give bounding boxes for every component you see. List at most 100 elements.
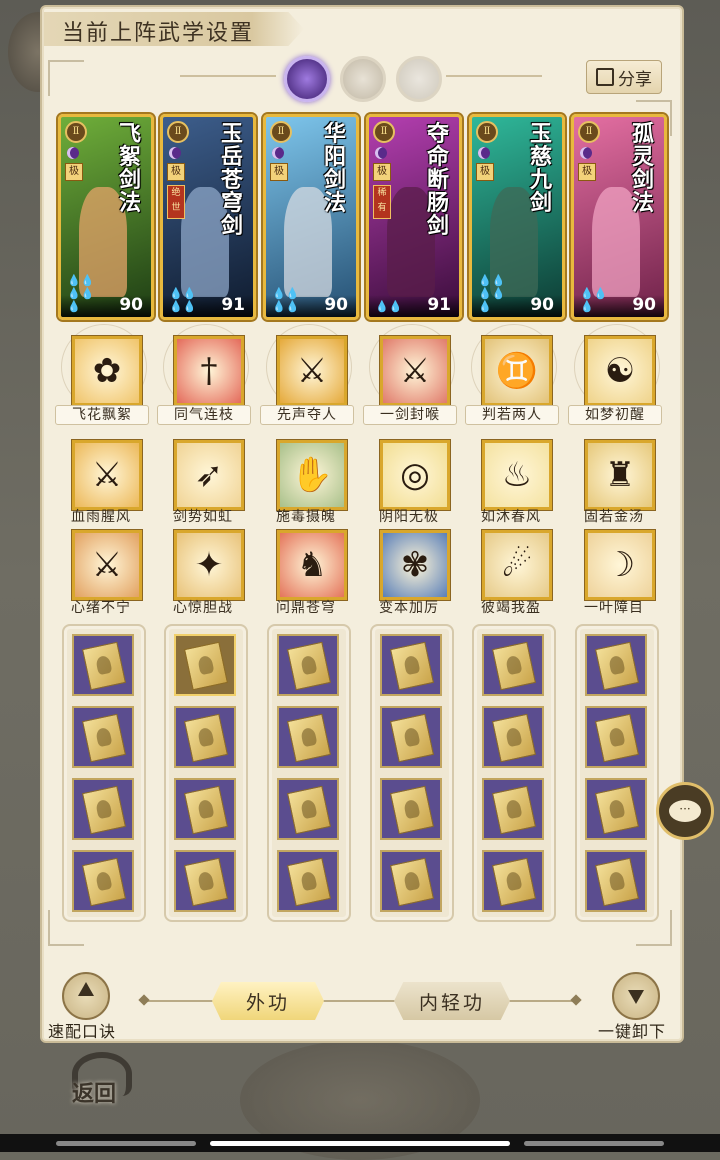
scroll-slot[interactable] [277, 634, 339, 696]
skill-icon[interactable]: ♊ [482, 336, 552, 406]
scroll-slot[interactable] [585, 706, 647, 768]
skill-card[interactable]: Ⅱ 极 稀有 夺命断肠剑 💧💧 91 [366, 114, 462, 320]
skill-glyph-icon: † [200, 351, 218, 391]
scroll-icon [184, 713, 228, 763]
back-button[interactable]: 返回 [62, 1052, 142, 1112]
scroll-slot[interactable] [585, 778, 647, 840]
scroll-slot[interactable] [72, 706, 134, 768]
skill-glyph-icon: ☄ [501, 545, 533, 585]
scroll-slot[interactable] [277, 778, 339, 840]
skill-label: 阴阳无极 [379, 509, 439, 525]
scroll-slot[interactable] [585, 634, 647, 696]
skill-card[interactable]: Ⅱ 极 玉慈九剑 💧💧💧💧💧 90 [469, 114, 565, 320]
scroll-slot[interactable] [174, 850, 236, 912]
skill-label: 一剑封喉 [363, 405, 457, 425]
scroll-icon [82, 641, 126, 691]
sun-orb-icon[interactable] [340, 56, 386, 102]
share-button-label: 分享 [618, 69, 652, 90]
skill-card[interactable]: Ⅱ 极 绝世 玉岳苍穹剑 💧💧💧💧 91 [160, 114, 256, 320]
scroll-slot[interactable] [72, 634, 134, 696]
scroll-slot[interactable] [380, 850, 442, 912]
skill-label: 施毒摄魄 [276, 509, 336, 525]
skill-glyph-icon: ✋ [290, 455, 334, 495]
upload-arrow-icon [78, 982, 94, 996]
scroll-slot[interactable] [482, 778, 544, 840]
skill-icon[interactable]: ☄ [482, 530, 552, 600]
scroll-slot[interactable] [277, 850, 339, 912]
skill-icon[interactable]: ☯ [585, 336, 655, 406]
skill-label: 固若金汤 [584, 509, 644, 525]
tab-external-skills[interactable]: 外功 [212, 982, 324, 1020]
skill-icon[interactable]: ✿ [72, 336, 142, 406]
skill-glyph-icon: ☽ [604, 545, 636, 585]
scroll-slot[interactable] [380, 778, 442, 840]
scroll-slot[interactable] [585, 850, 647, 912]
scroll-icon [82, 713, 126, 763]
rarity-tag: 稀有 [373, 185, 391, 219]
card-score: 90 [632, 295, 656, 315]
scroll-icon [492, 785, 536, 835]
skill-icon[interactable]: ➶ [174, 440, 244, 510]
skill-label: 心绪不宁 [71, 600, 131, 616]
system-bar-left [56, 1141, 196, 1146]
skill-glyph-icon: ✾ [400, 545, 430, 585]
skill-icon[interactable]: ⚔ [380, 336, 450, 406]
skill-icon[interactable]: ⚔ [72, 440, 142, 510]
unload-all-label: 一键卸下 [598, 1022, 667, 1041]
skill-icon[interactable]: ◎ [380, 440, 450, 510]
skill-icon[interactable]: ⚔ [277, 336, 347, 406]
skill-glyph-icon: ⚔ [399, 351, 431, 391]
skill-icon[interactable]: ♜ [585, 440, 655, 510]
skill-icon[interactable]: ✦ [174, 530, 244, 600]
scroll-slot[interactable] [482, 850, 544, 912]
card-score: 91 [221, 295, 245, 315]
card-name: 飞絮剑法 [119, 121, 142, 216]
scroll-icon [184, 857, 228, 907]
skill-label: 变本加厉 [379, 600, 439, 616]
scroll-slot[interactable] [482, 706, 544, 768]
scroll-slot[interactable] [72, 778, 134, 840]
skill-icon[interactable]: ✋ [277, 440, 347, 510]
home-indicator[interactable] [210, 1141, 510, 1146]
moon-orb-icon[interactable] [284, 56, 330, 102]
scroll-slot[interactable] [174, 706, 236, 768]
skill-icon[interactable]: ✾ [380, 530, 450, 600]
scroll-icon [184, 785, 228, 835]
system-bar-right [524, 1141, 664, 1146]
grade-label: 极 [167, 163, 185, 181]
skill-icon[interactable]: ☽ [585, 530, 655, 600]
grade-label: 极 [373, 163, 391, 181]
scroll-slot[interactable] [380, 706, 442, 768]
skill-card[interactable]: Ⅱ 极 华阳剑法 💧💧💧💧 90 [263, 114, 359, 320]
scroll-slot[interactable] [380, 634, 442, 696]
unload-all-button[interactable] [612, 972, 660, 1020]
tab-internal-light-skills[interactable]: 内轻功 [394, 982, 510, 1020]
skill-card[interactable]: Ⅱ 极 孤灵剑法 💧💧💧 90 [571, 114, 667, 320]
skill-icon[interactable]: † [174, 336, 244, 406]
scroll-slot[interactable] [72, 850, 134, 912]
skill-glyph-icon: ◎ [400, 455, 430, 495]
share-button[interactable]: 分享 [586, 60, 662, 94]
skill-icon[interactable]: ⚔ [72, 530, 142, 600]
scroll-slot[interactable] [482, 634, 544, 696]
skill-card[interactable]: Ⅱ 极 飞絮剑法 💧💧💧💧💧 90 [58, 114, 154, 320]
skill-icon[interactable]: ♞ [277, 530, 347, 600]
rank-badge-icon: Ⅱ [270, 121, 292, 143]
scroll-slot[interactable] [174, 634, 236, 696]
crescent-orb-icon[interactable] [396, 56, 442, 102]
water-drop-icons: 💧💧💧 [580, 287, 608, 313]
skill-glyph-icon: ⚔ [296, 351, 328, 391]
skill-glyph-icon: ♨ [501, 455, 533, 495]
scroll-slot[interactable] [174, 778, 236, 840]
quick-match-button[interactable] [62, 972, 110, 1020]
share-icon [596, 68, 614, 86]
skill-glyph-icon: ✿ [92, 351, 122, 391]
chat-button[interactable]: ··· [656, 782, 714, 840]
scroll-icon [492, 641, 536, 691]
grade-label: 极 [65, 163, 83, 181]
water-drop-icons: 💧💧💧💧 [169, 287, 197, 313]
moon-icon [375, 147, 387, 159]
scroll-slot[interactable] [277, 706, 339, 768]
card-name: 华阳剑法 [324, 121, 347, 216]
skill-icon[interactable]: ♨ [482, 440, 552, 510]
